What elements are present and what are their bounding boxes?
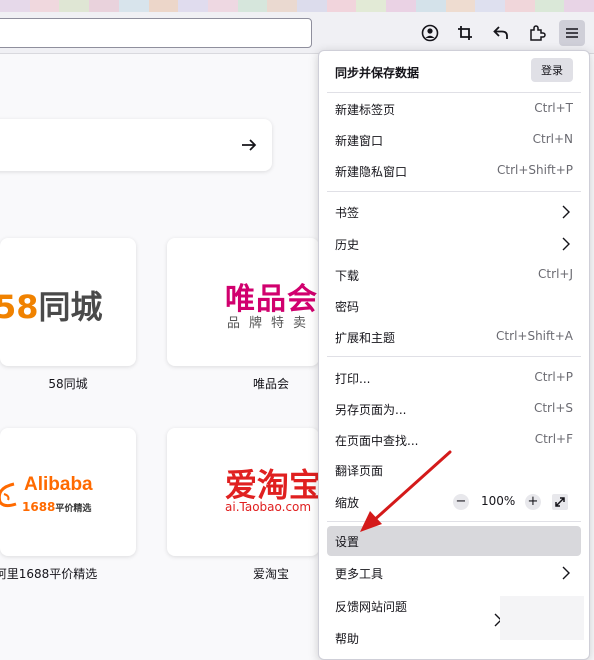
menu-item-new-tab[interactable]: 新建标签页 Ctrl+T — [327, 94, 581, 124]
zoom-in-button[interactable]: + — [525, 494, 541, 510]
menu-item-new-window[interactable]: 新建窗口 Ctrl+N — [327, 125, 581, 155]
menu-item-find-in-page[interactable]: 在页面中查找... Ctrl+F — [327, 425, 581, 455]
menu-item-more-tools[interactable]: 更多工具 — [327, 558, 581, 588]
menu-separator — [327, 356, 581, 357]
menu-item-history[interactable]: 历史 — [327, 229, 581, 259]
menu-item-print[interactable]: 打印... Ctrl+P — [327, 363, 581, 393]
account-icon[interactable] — [417, 20, 443, 46]
menu-separator — [327, 92, 581, 93]
zoom-level[interactable]: 100% — [481, 494, 515, 508]
zoom-out-button[interactable]: − — [453, 494, 469, 510]
menu-item-zoom: 缩放 − 100% + — [327, 487, 581, 517]
back-history-icon[interactable] — [488, 20, 514, 46]
arrow-right-icon[interactable] — [240, 136, 258, 154]
blurred-watermark-patch — [500, 596, 584, 640]
chevron-right-icon — [562, 566, 570, 580]
menu-separator — [327, 191, 581, 192]
sync-title: 同步并保存数据 — [335, 66, 420, 80]
menu-item-passwords[interactable]: 密码 — [327, 291, 581, 321]
shortcut-tile-alibaba-1688[interactable]: Alibaba 1688平价精选 — [0, 428, 136, 556]
login-button[interactable]: 登录 — [531, 58, 573, 82]
aitaobao-logo-subtitle: ai.Taobao.com — [225, 500, 312, 514]
menu-item-translate-page[interactable]: 翻译页面 — [327, 455, 581, 485]
menu-item-downloads[interactable]: 下载 Ctrl+J — [327, 260, 581, 290]
menu-item-settings[interactable]: 设置 — [327, 526, 581, 556]
extensions-icon[interactable] — [524, 20, 550, 46]
screenshot-icon[interactable] — [452, 20, 478, 46]
blurred-tab-strip — [0, 0, 594, 12]
menu-item-addons[interactable]: 扩展和主题 Ctrl+Shift+A — [327, 322, 581, 352]
vip-logo-subtitle: 品牌特卖 — [227, 316, 316, 331]
navigation-toolbar — [0, 12, 594, 54]
newtab-search-box[interactable] — [0, 119, 272, 171]
fullscreen-icon[interactable] — [551, 493, 569, 511]
menu-separator — [327, 521, 581, 522]
menu-item-save-page-as[interactable]: 另存页面为... Ctrl+S — [327, 394, 581, 424]
58tongcheng-logo: 58同城 — [0, 288, 103, 326]
chevron-right-icon — [562, 237, 570, 251]
shortcut-label: 阿里1688平价精选 — [0, 567, 98, 581]
shortcut-tile-aitaobao[interactable]: 爱淘宝 ai.Taobao.com — [167, 428, 319, 556]
chevron-right-icon — [562, 205, 570, 219]
shortcut-tile-58tongcheng[interactable]: 58同城 — [0, 238, 136, 366]
shortcut-tile-vip[interactable]: 唯品会 品牌特卖 — [167, 238, 319, 366]
shortcut-label: 58同城 — [48, 377, 88, 391]
app-menu-panel: 同步并保存数据 登录 新建标签页 Ctrl+T 新建窗口 Ctrl+N 新建隐私窗口… — [318, 50, 590, 660]
menu-item-private-window[interactable]: 新建隐私窗口 Ctrl+Shift+P — [327, 156, 581, 186]
alibaba-logo: Alibaba 1688平价精选 — [0, 472, 136, 522]
menu-item-bookmarks[interactable]: 书签 — [327, 197, 581, 227]
address-bar[interactable] — [0, 18, 312, 48]
menu-icon[interactable] — [559, 20, 585, 46]
